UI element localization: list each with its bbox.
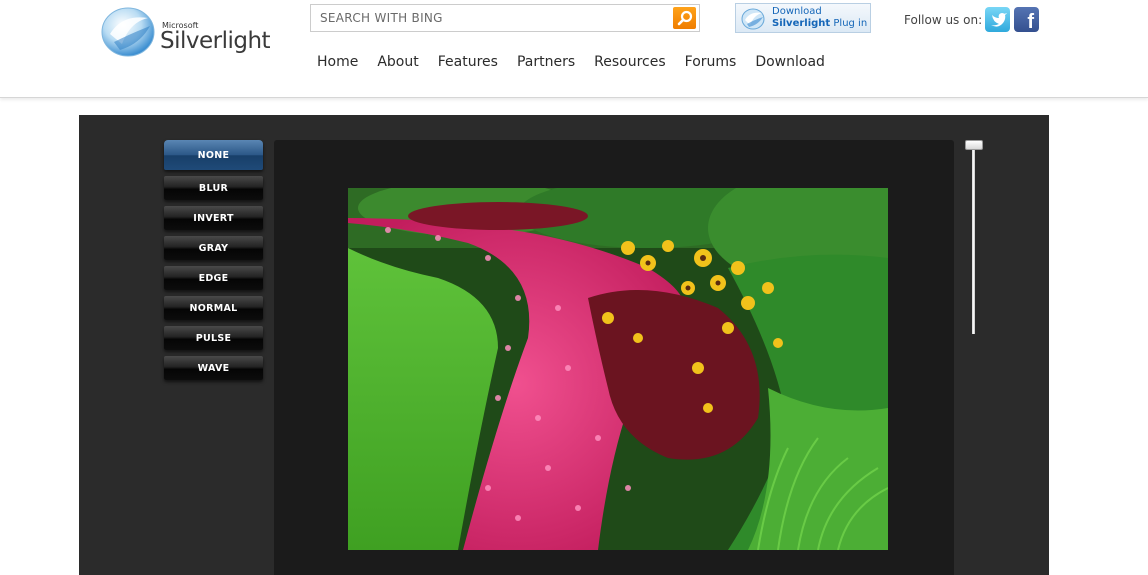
search-box bbox=[310, 4, 700, 32]
logo-silverlight-text: Silverlight bbox=[160, 28, 271, 54]
intensity-slider-track[interactable] bbox=[972, 145, 975, 334]
silverlight-logo-icon bbox=[741, 8, 765, 30]
intensity-slider-thumb[interactable] bbox=[965, 140, 983, 150]
follow-us-label: Follow us on: bbox=[904, 13, 983, 27]
nav-resources[interactable]: Resources bbox=[594, 54, 666, 70]
download-plugin-label: Silverlight Plug in bbox=[772, 18, 867, 29]
effect-button-wave[interactable]: WAVE bbox=[164, 356, 263, 380]
effects-demo-panel: NONE BLUR INVERT GRAY EDGE NORMAL PULSE … bbox=[79, 115, 1049, 575]
effect-button-blur[interactable]: BLUR bbox=[164, 176, 263, 200]
main-nav: Home About Features Partners Resources F… bbox=[317, 54, 844, 70]
download-product-name: Silverlight bbox=[772, 18, 831, 29]
silverlight-logo-icon bbox=[101, 7, 155, 57]
effect-button-edge[interactable]: EDGE bbox=[164, 266, 263, 290]
search-icon bbox=[677, 10, 692, 26]
site-header: Microsoft Silverlight Download Silverlig… bbox=[0, 0, 1148, 98]
nav-forums[interactable]: Forums bbox=[685, 54, 737, 70]
twitter-icon bbox=[990, 12, 1007, 27]
download-plugin-suffix: Plug in bbox=[830, 18, 868, 29]
effect-button-list: NONE BLUR INVERT GRAY EDGE NORMAL PULSE … bbox=[164, 140, 263, 386]
effect-button-gray[interactable]: GRAY bbox=[164, 236, 263, 260]
search-input[interactable] bbox=[311, 5, 671, 31]
twitter-link[interactable] bbox=[985, 7, 1010, 32]
nav-download[interactable]: Download bbox=[755, 54, 825, 70]
image-stage bbox=[274, 140, 954, 575]
facebook-link[interactable]: f bbox=[1014, 7, 1039, 32]
flower-garden-photo bbox=[348, 188, 888, 550]
effect-button-pulse[interactable]: PULSE bbox=[164, 326, 263, 350]
download-label: Download bbox=[772, 6, 822, 17]
download-plugin-button[interactable]: Download Silverlight Plug in bbox=[735, 3, 871, 33]
silverlight-logo[interactable]: Microsoft Silverlight bbox=[100, 4, 271, 58]
flower-garden-image bbox=[348, 188, 888, 550]
facebook-icon: f bbox=[1027, 11, 1034, 32]
effect-button-normal[interactable]: NORMAL bbox=[164, 296, 263, 320]
nav-features[interactable]: Features bbox=[438, 54, 498, 70]
nav-home[interactable]: Home bbox=[317, 54, 358, 70]
nav-partners[interactable]: Partners bbox=[517, 54, 575, 70]
nav-about[interactable]: About bbox=[377, 54, 418, 70]
effect-button-none[interactable]: NONE bbox=[164, 140, 263, 170]
search-button[interactable] bbox=[673, 7, 696, 29]
effect-button-invert[interactable]: INVERT bbox=[164, 206, 263, 230]
